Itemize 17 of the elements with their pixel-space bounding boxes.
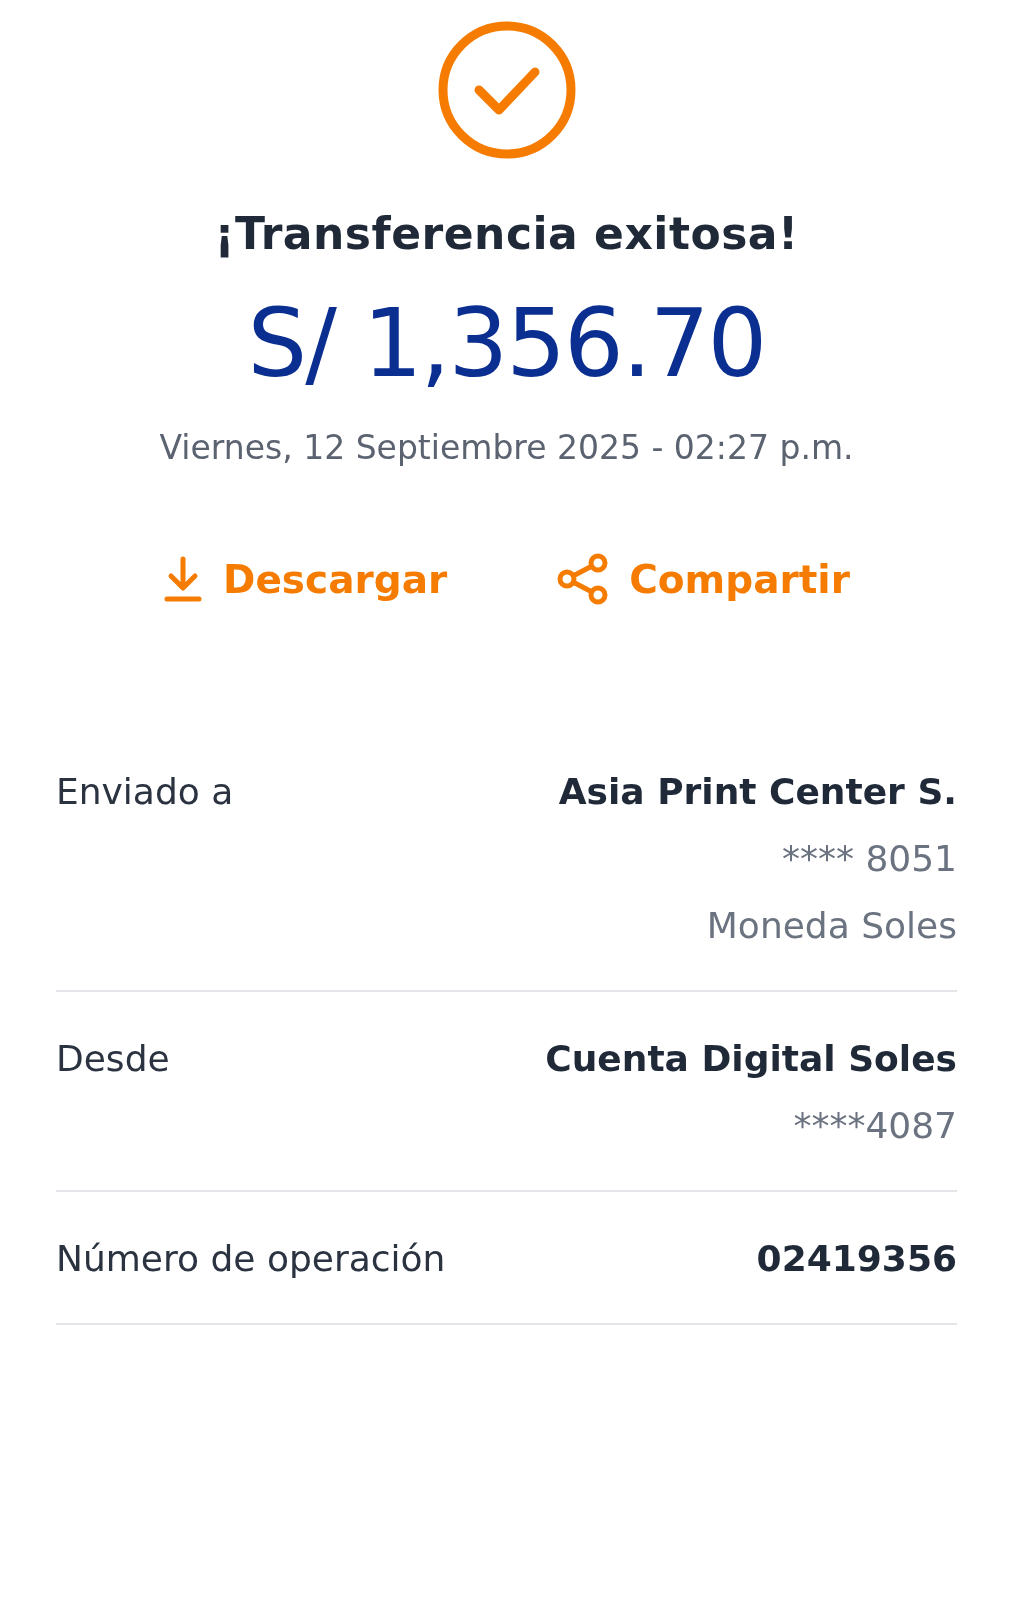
- detail-label: Número de operación: [56, 1238, 446, 1279]
- download-icon: [163, 555, 203, 603]
- detail-value: Asia Print Center S.: [558, 771, 957, 812]
- check-circle-icon: [436, 20, 577, 160]
- date-time: Viernes, 12 Septiembre 2025 - 02:27 p.m.: [159, 428, 854, 467]
- amount: S/ 1,356.70: [247, 289, 766, 398]
- detail-value: **** 8051: [781, 838, 957, 879]
- download-button[interactable]: Descargar: [163, 553, 448, 605]
- detail-label: Enviado a: [56, 771, 234, 812]
- detail-value: ****4087: [793, 1105, 957, 1146]
- detail-value: Cuenta Digital Soles: [545, 1038, 957, 1079]
- share-button[interactable]: Compartir: [557, 553, 850, 605]
- detail-value: Moneda Soles: [706, 905, 957, 946]
- success-title: ¡Transferencia exitosa!: [214, 208, 799, 259]
- detail-value: 02419356: [756, 1238, 957, 1279]
- detail-label: Desde: [56, 1038, 170, 1079]
- share-icon: [557, 553, 610, 605]
